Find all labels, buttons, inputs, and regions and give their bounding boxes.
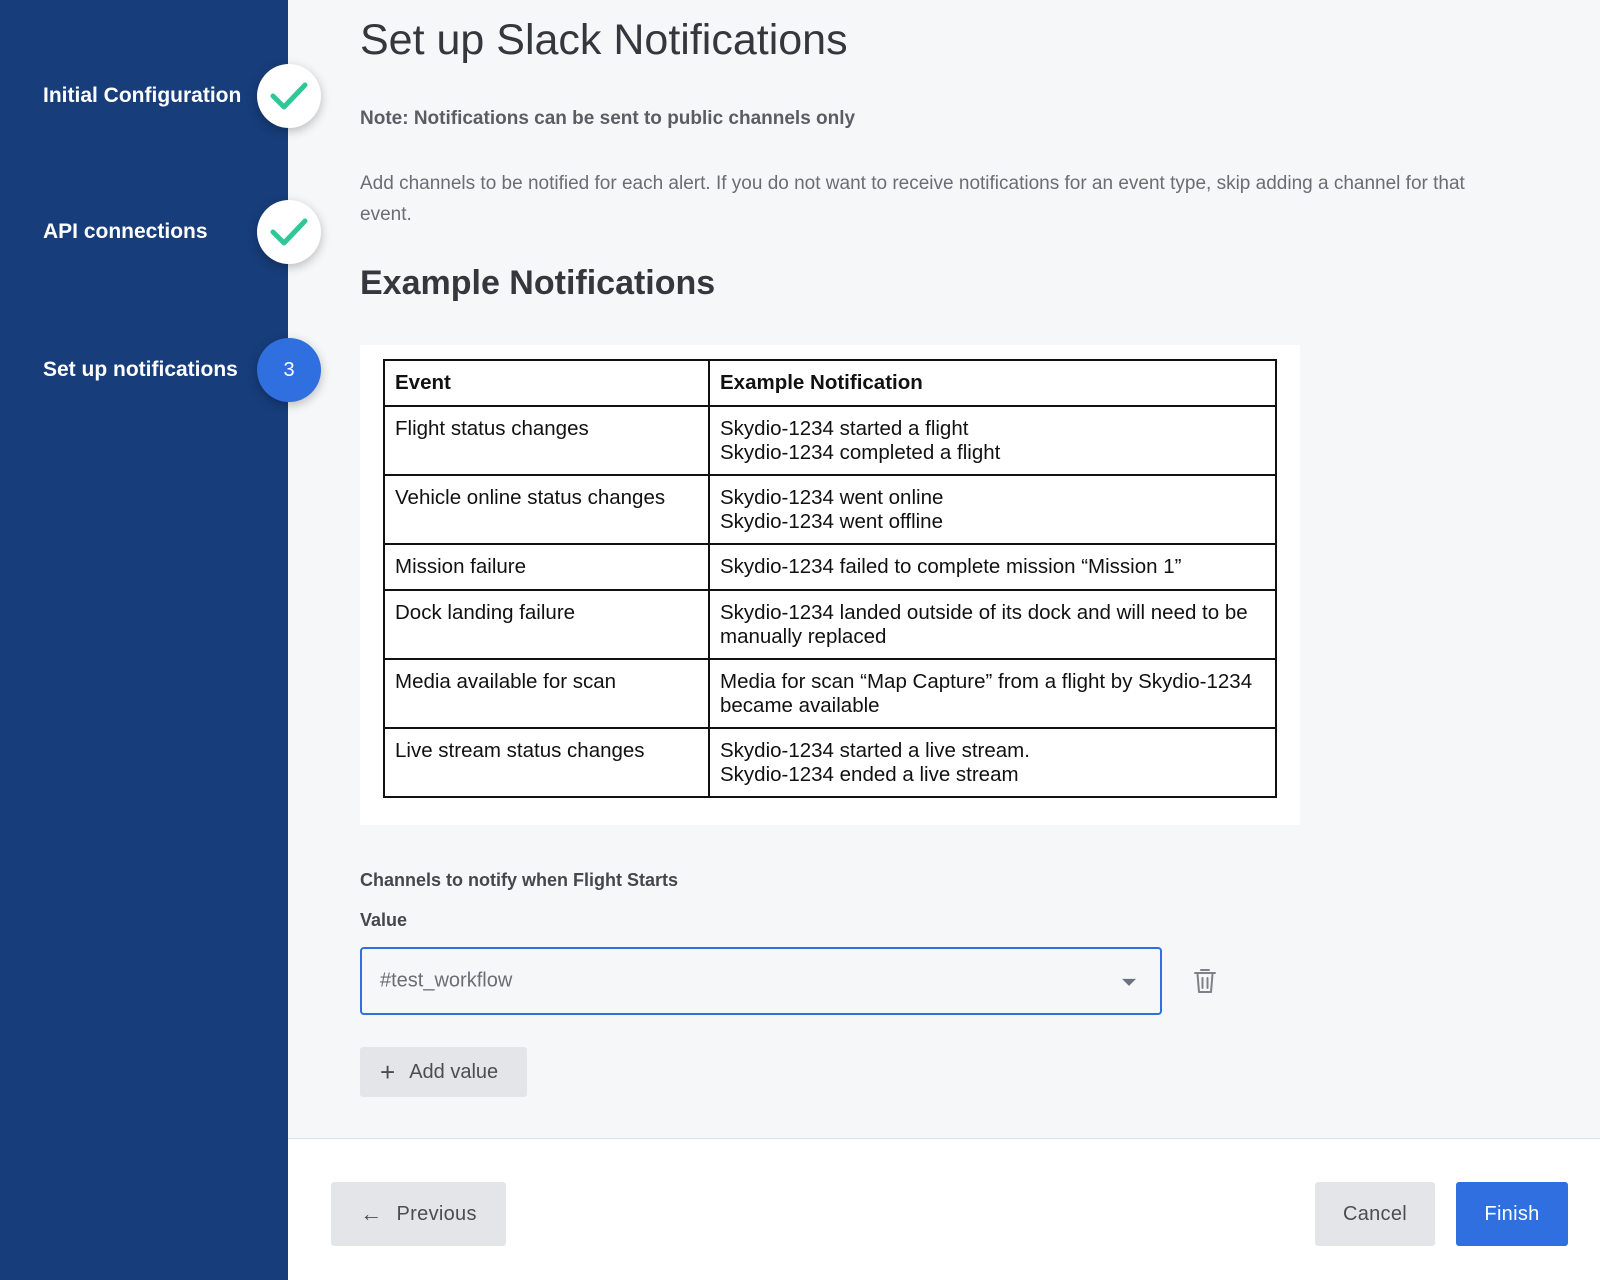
page-title: Set up Slack Notifications: [360, 16, 848, 64]
add-value-label: Add value: [409, 1060, 499, 1083]
table-header-row: Event Example Notification: [383, 359, 1277, 407]
example-line: Media for scan “Map Capture” from a flig…: [720, 670, 1253, 717]
step-initial-configuration[interactable]: Initial Configuration: [0, 64, 330, 128]
example-line: Skydio-1234 completed a flight: [720, 441, 1001, 464]
table-row: Media available for scan Media for scan …: [383, 658, 1277, 729]
finish-button[interactable]: Finish: [1456, 1182, 1568, 1246]
previous-label: Previous: [396, 1202, 477, 1225]
example-line: Skydio-1234 failed to complete mission “…: [720, 555, 1182, 578]
channel-select[interactable]: #test_workflow: [360, 947, 1162, 1015]
section-title: Example Notifications: [360, 264, 716, 302]
example-line: Skydio-1234 went online: [720, 486, 944, 509]
example-cell: Skydio-1234 landed outside of its dock a…: [708, 589, 1277, 660]
add-value-button[interactable]: + Add value: [360, 1047, 527, 1097]
event-cell: Live stream status changes: [383, 727, 710, 798]
table-row: Mission failure Skydio-1234 failed to co…: [383, 543, 1277, 591]
example-cell: Skydio-1234 started a live stream. Skydi…: [708, 727, 1277, 798]
example-notifications-table: Event Example Notification Flight status…: [383, 359, 1277, 798]
event-cell: Media available for scan: [383, 658, 710, 729]
example-line: Skydio-1234 started a live stream.: [720, 739, 1030, 762]
channels-field-title: Channels to notify when Flight Starts: [360, 870, 679, 890]
table-row: Live stream status changes Skydio-1234 s…: [383, 727, 1277, 798]
table-row: Dock landing failure Skydio-1234 landed …: [383, 589, 1277, 660]
step-set-up-notifications[interactable]: Set up notifications 3: [0, 338, 330, 402]
event-cell: Flight status changes: [383, 405, 710, 476]
example-line: Skydio-1234 ended a live stream: [720, 763, 1019, 786]
event-cell: Dock landing failure: [383, 589, 710, 660]
example-notifications-panel: Event Example Notification Flight status…: [360, 345, 1300, 825]
event-cell: Vehicle online status changes: [383, 474, 710, 545]
table-row: Flight status changes Skydio-1234 starte…: [383, 405, 1277, 476]
example-cell: Media for scan “Map Capture” from a flig…: [708, 658, 1277, 729]
wizard-footer: ← Previous Cancel Finish: [288, 1138, 1600, 1280]
example-line: Skydio-1234 started a flight: [720, 417, 969, 440]
column-header-example: Example Notification: [708, 359, 1277, 407]
step-api-connections[interactable]: API connections: [0, 200, 330, 264]
cancel-button[interactable]: Cancel: [1315, 1182, 1435, 1246]
plus-icon: +: [380, 1057, 396, 1087]
step-label: Initial Configuration: [43, 84, 242, 107]
example-line: Skydio-1234 went offline: [720, 510, 943, 533]
previous-button[interactable]: ← Previous: [331, 1182, 506, 1246]
event-cell: Mission failure: [383, 543, 710, 591]
wizard-sidebar: Initial Configuration API connections Se…: [0, 0, 321, 1280]
table-row: Vehicle online status changes Skydio-123…: [383, 474, 1277, 545]
main-content: Set up Slack Notifications Note: Notific…: [288, 0, 1600, 1138]
example-cell: Skydio-1234 failed to complete mission “…: [708, 543, 1277, 591]
example-line: Skydio-1234 landed outside of its dock a…: [720, 601, 1248, 648]
value-label: Value: [360, 910, 408, 930]
channel-select-value: #test_workflow: [380, 969, 513, 992]
chevron-down-icon: [1122, 978, 1136, 986]
example-cell: Skydio-1234 went online Skydio-1234 went…: [708, 474, 1277, 545]
column-header-event: Event: [383, 359, 710, 407]
step-label: Set up notifications: [43, 358, 238, 381]
example-cell: Skydio-1234 started a flight Skydio-1234…: [708, 405, 1277, 476]
step-label: API connections: [43, 220, 208, 243]
arrow-left-icon: ←: [360, 1201, 383, 1226]
public-channels-note: Note: Notifications can be sent to publi…: [360, 108, 856, 129]
trash-icon[interactable]: [1192, 967, 1218, 995]
page-description: Add channels to be notified for each ale…: [360, 173, 1465, 225]
